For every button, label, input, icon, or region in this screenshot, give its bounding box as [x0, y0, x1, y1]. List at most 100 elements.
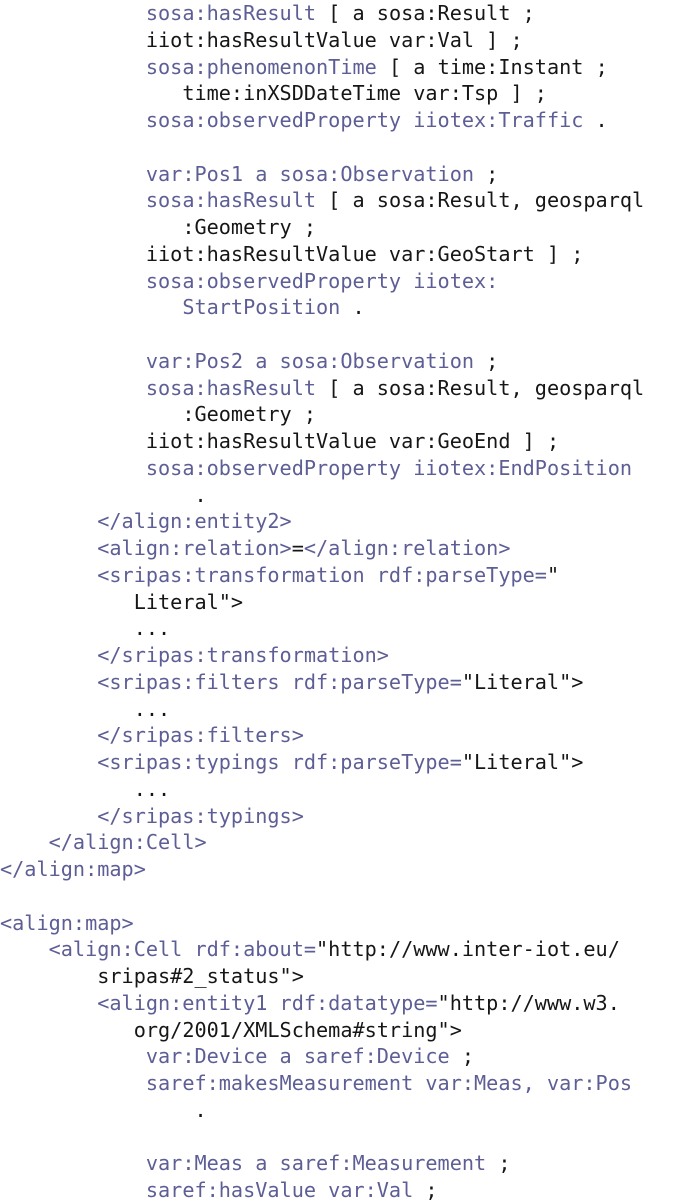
code-token-plain: "Literal"> [461, 669, 584, 694]
code-line: sosa:observedProperty iiotex:EndPosition [0, 455, 685, 482]
code-line: <align:entity1 rdf:datatype="http://www.… [0, 990, 685, 1017]
code-line: sosa:hasResult [ a sosa:Result, geosparq… [0, 375, 685, 402]
code-token-plain: time:inXSDDateTime var:Tsp ] ; [182, 81, 547, 106]
code-token-plain: iiot:hasResultValue var:Val ] ; [145, 27, 523, 52]
code-line: :Geometry ; [0, 401, 685, 428]
code-token-plain: . [194, 1097, 207, 1122]
code-line: Literal"> [0, 589, 685, 616]
code-token-plain: "Literal"> [461, 750, 584, 774]
code-token-keyword: <sripas:transformation rdf:parseType= [97, 562, 547, 587]
code-line: saref:makesMeasurement var:Meas, var:Pos [0, 1070, 685, 1097]
code-token-keyword: </align:map> [0, 857, 146, 881]
code-token-plain: org/2001/XMLSchema#string"> [133, 1017, 462, 1042]
code-token-plain: :Geometry ; [182, 402, 317, 427]
code-line: </sripas:transformation> [0, 642, 685, 669]
code-line: iiot:hasResultValue var:GeoEnd ] ; [0, 428, 685, 455]
code-token-plain: iiot:hasResultValue var:GeoStart ] ; [145, 241, 584, 266]
code-token-plain: " [546, 562, 560, 587]
code-line: ... [0, 696, 685, 723]
code-token-keyword: var:Pos2 a sosa:Observation [145, 348, 475, 373]
code-token-keyword: sosa:observedProperty iiotex:Traffic [145, 108, 584, 132]
code-line: . [0, 482, 685, 509]
code-listing: sosa:hasResult [ a sosa:Result ; iiot:ha… [0, 0, 685, 1202]
code-token-keyword: </align:Cell> [48, 830, 207, 855]
code-line: StartPosition . [0, 294, 685, 321]
code-token-plain: = [291, 536, 304, 560]
code-token-plain: ; [474, 161, 499, 186]
code-token-plain: . [340, 295, 365, 320]
code-line: <sripas:filters rdf:parseType="Literal"> [0, 669, 685, 696]
code-line: var:Pos2 a sosa:Observation ; [0, 348, 685, 375]
code-token-plain: ; [474, 348, 499, 373]
code-line: ... [0, 776, 685, 803]
code-line: saref:hasValue var:Val ; [0, 1177, 685, 1204]
code-token-plain: [ a sosa:Result, geosparql [316, 375, 645, 400]
code-line: :Geometry ; [0, 214, 685, 241]
code-line: iiot:hasResultValue var:GeoStart ] ; [0, 241, 685, 268]
code-token-plain: :Geometry ; [182, 215, 317, 239]
code-token-plain: . [194, 482, 207, 507]
code-line: </align:map> [0, 856, 685, 883]
code-line: var:Meas a saref:Measurement ; [0, 1150, 685, 1177]
code-line: sosa:observedProperty iiotex: [0, 268, 685, 295]
code-line: iiot:hasResultValue var:Val ] ; [0, 27, 685, 54]
code-token-keyword: sosa:hasResult [145, 188, 317, 213]
code-token-plain: [ a sosa:Result ; [316, 1, 535, 25]
code-token-keyword: <align:map> [0, 910, 134, 935]
code-token-keyword: var:Meas a saref:Measurement [145, 1151, 487, 1176]
code-line: <sripas:typings rdf:parseType="Literal"> [0, 749, 685, 776]
code-token-keyword: sosa:observedProperty iiotex: [145, 268, 499, 293]
code-token-plain: ; [449, 1044, 475, 1069]
code-token-keyword: StartPosition [182, 295, 341, 320]
code-line: <align:map> [0, 910, 685, 937]
code-line: sosa:observedProperty iiotex:Traffic . [0, 107, 685, 134]
code-token-keyword: var:Device a saref:Device [145, 1044, 450, 1069]
code-token-keyword: </align:relation> [303, 536, 511, 560]
code-line: <align:Cell rdf:about="http://www.inter-… [0, 936, 685, 963]
code-token-keyword: <align:relation> [97, 536, 292, 560]
code-token-plain: ; [413, 1178, 438, 1202]
code-token-plain: sripas#2_status"> [97, 964, 304, 988]
code-line: ... [0, 615, 685, 642]
code-line: sripas#2_status"> [0, 963, 685, 990]
code-token-keyword: <sripas:filters rdf:parseType= [97, 669, 462, 694]
code-token-keyword: sosa:phenomenonTime [145, 54, 377, 79]
code-token-keyword: </sripas:typings> [97, 803, 304, 828]
code-token-keyword: </align:entity2> [97, 509, 292, 534]
code-token-keyword: </sripas:filters> [97, 723, 304, 748]
code-line: </sripas:filters> [0, 722, 685, 749]
code-token-plain: "http://www.inter-iot.eu/ [316, 937, 620, 962]
code-token-plain: "http://www.w3. [437, 990, 620, 1015]
code-line: var:Pos1 a sosa:Observation ; [0, 161, 685, 188]
code-token-plain: . [583, 108, 608, 132]
